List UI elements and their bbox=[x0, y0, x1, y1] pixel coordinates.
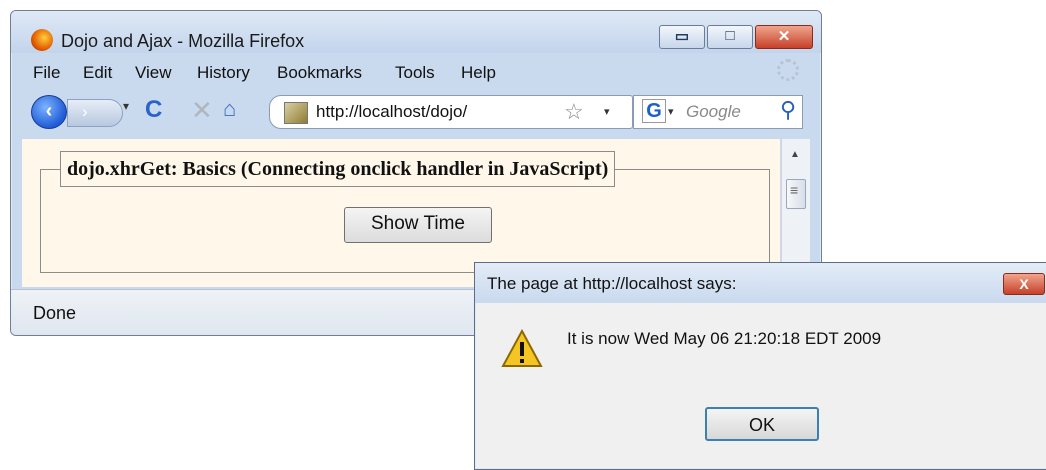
window-title: Dojo and Ajax - Mozilla Firefox bbox=[61, 31, 305, 51]
url-text[interactable]: http://localhost/dojo/ bbox=[316, 102, 467, 122]
title-bar: Dojo and Ajax - Mozilla Firefox ▭ □ ✕ bbox=[11, 11, 821, 53]
google-engine-icon[interactable]: G bbox=[642, 99, 666, 123]
firefox-icon bbox=[31, 29, 53, 51]
throbber-icon bbox=[777, 59, 799, 81]
scroll-grip-icon: ≡ bbox=[790, 182, 799, 198]
status-text: Done bbox=[33, 303, 77, 323]
maximize-icon: □ bbox=[725, 27, 735, 44]
home-icon[interactable]: ⌂ bbox=[223, 96, 236, 122]
minimize-button[interactable]: ▭ bbox=[659, 25, 705, 49]
dialog-close-button[interactable]: X bbox=[1003, 273, 1045, 295]
scroll-thumb[interactable]: ≡ bbox=[786, 179, 806, 209]
search-icon[interactable]: ⚲ bbox=[780, 97, 796, 123]
menu-view[interactable]: View bbox=[135, 63, 172, 83]
minimize-icon: ▭ bbox=[674, 28, 690, 45]
dialog-message: It is now Wed May 06 21:20:18 EDT 2009 bbox=[567, 329, 882, 348]
menu-history[interactable]: History bbox=[197, 63, 250, 83]
alert-dialog: The page at http://localhost says: X It … bbox=[474, 262, 1046, 470]
show-time-button[interactable]: Show Time bbox=[344, 207, 492, 243]
history-dropdown-icon[interactable]: ▾ bbox=[123, 99, 129, 113]
fieldset-legend: dojo.xhrGet: Basics (Connecting onclick … bbox=[60, 151, 616, 187]
stop-icon[interactable]: ✕ bbox=[191, 95, 213, 126]
scroll-up-icon[interactable]: ▲ bbox=[790, 149, 800, 160]
warning-icon bbox=[501, 329, 543, 367]
forward-button[interactable]: › bbox=[67, 99, 123, 127]
back-button[interactable]: ‹ bbox=[31, 95, 67, 129]
url-bar[interactable]: http://localhost/dojo/ ☆ ▾ bbox=[269, 95, 633, 129]
close-button[interactable]: ✕ bbox=[755, 25, 813, 49]
dialog-title: The page at http://localhost says: bbox=[487, 274, 737, 293]
close-icon: ✕ bbox=[777, 28, 791, 45]
search-input[interactable]: Google bbox=[686, 102, 741, 122]
maximize-button[interactable]: □ bbox=[707, 25, 753, 49]
dialog-title-bar: The page at http://localhost says: X bbox=[475, 263, 1046, 303]
navigation-toolbar: ‹ › ▾ C ✕ ⌂ http://localhost/dojo/ ☆ ▾ G… bbox=[11, 89, 821, 129]
menu-tools[interactable]: Tools bbox=[395, 63, 435, 83]
bookmark-star-icon[interactable]: ☆ bbox=[564, 99, 584, 125]
engine-dropdown-icon[interactable]: ▾ bbox=[668, 105, 674, 118]
ok-button[interactable]: OK bbox=[705, 407, 819, 441]
menu-edit[interactable]: Edit bbox=[83, 63, 112, 83]
menu-bar: File Edit View History Bookmarks Tools H… bbox=[11, 57, 821, 83]
site-favicon-icon bbox=[284, 102, 308, 124]
reload-icon[interactable]: C bbox=[145, 96, 162, 124]
url-dropdown-icon[interactable]: ▾ bbox=[604, 105, 610, 118]
search-box[interactable]: G ▾ Google ⚲ bbox=[633, 95, 803, 129]
menu-file[interactable]: File bbox=[33, 63, 60, 83]
menu-bookmarks[interactable]: Bookmarks bbox=[277, 63, 362, 83]
menu-help[interactable]: Help bbox=[461, 63, 496, 83]
